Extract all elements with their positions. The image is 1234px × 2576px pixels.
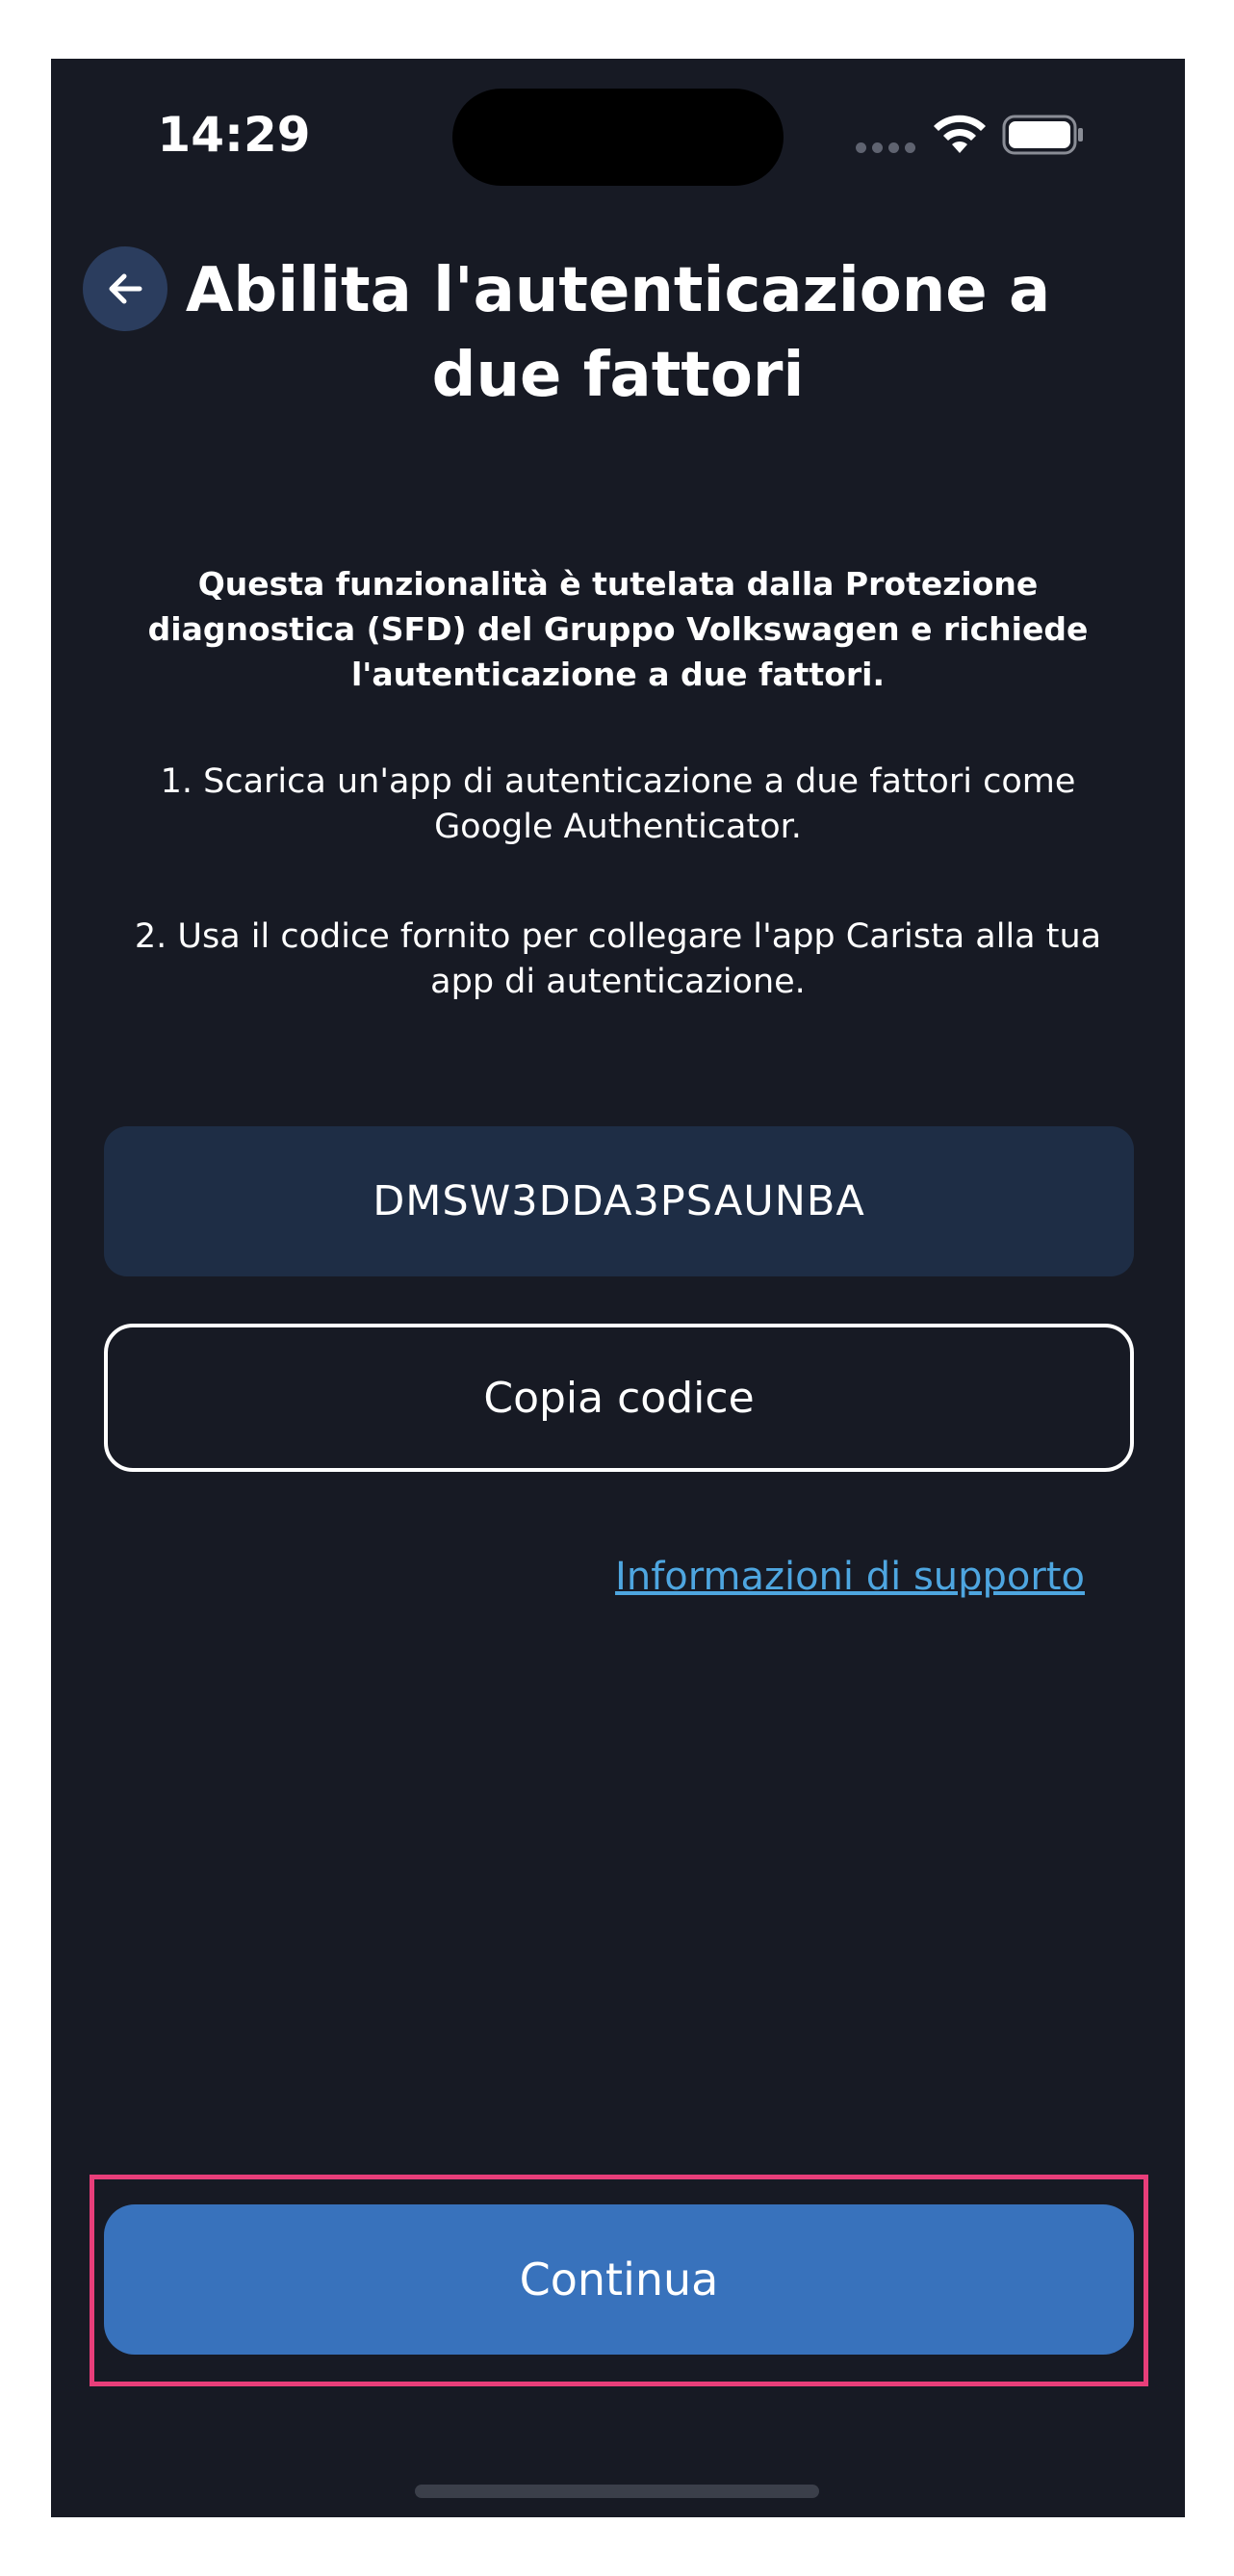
copy-code-button[interactable]: Copia codice (104, 1324, 1134, 1472)
status-time: 14:29 (157, 107, 311, 163)
auth-code-display: DMSW3DDA3PSAUNBA (104, 1126, 1134, 1276)
continue-button[interactable]: Continua (104, 2204, 1134, 2355)
dynamic-island (452, 89, 784, 186)
cellular-signal-icon (856, 142, 917, 153)
intro-text: Questa funzionalità è tutelata dalla Pro… (147, 565, 1089, 693)
battery-icon (1002, 115, 1083, 155)
wifi-icon (934, 115, 986, 153)
support-info-link[interactable]: Informazioni di supporto (550, 1555, 1085, 1599)
page-title: Abilita l'autenticazione a due fattori (185, 255, 1051, 411)
arrow-left-icon (109, 273, 142, 304)
step-2-text: 2. Usa il codice fornito per collegare l… (134, 917, 1102, 1001)
home-indicator (415, 2485, 819, 2498)
app-screen: 14:29 Abilita l'autenticazione a due fat… (51, 59, 1185, 2517)
step-1-text: 1. Scarica un'app di autenticazione a du… (160, 762, 1076, 846)
